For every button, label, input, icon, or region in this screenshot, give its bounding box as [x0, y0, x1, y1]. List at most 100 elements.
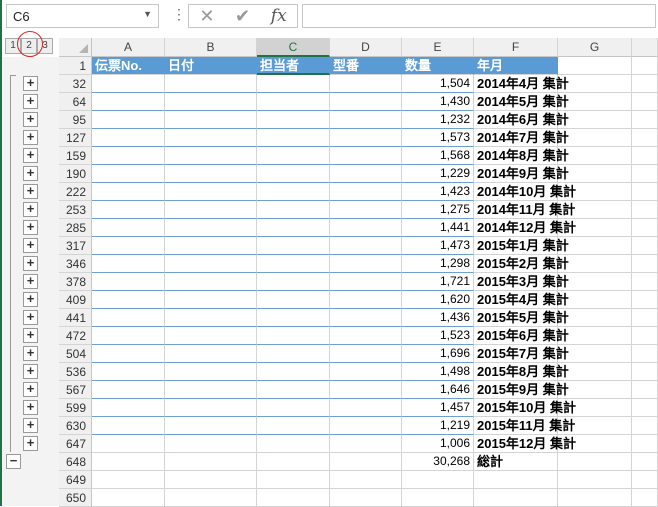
cell[interactable] — [257, 273, 330, 291]
row-header[interactable]: 649 — [59, 471, 92, 489]
row-header[interactable]: 378 — [59, 273, 92, 291]
cell[interactable] — [558, 237, 632, 255]
expand-plus-button[interactable]: + — [23, 292, 38, 307]
quantity-cell[interactable]: 1,498 — [402, 363, 474, 381]
column-header-F[interactable]: F — [474, 38, 558, 57]
name-box[interactable]: C6 ▼ — [6, 4, 159, 28]
cancel-icon[interactable]: ✕ — [199, 6, 214, 27]
month-cell[interactable]: 2015年6月 集計 — [474, 327, 569, 345]
cell[interactable] — [330, 399, 402, 417]
row-header[interactable]: 630 — [59, 417, 92, 435]
cell[interactable] — [92, 417, 165, 435]
quantity-cell[interactable]: 1,646 — [402, 381, 474, 399]
cell[interactable] — [165, 273, 257, 291]
quantity-cell[interactable]: 1,473 — [402, 237, 474, 255]
chevron-down-icon[interactable]: ▼ — [143, 9, 152, 19]
cell[interactable] — [330, 201, 402, 219]
cell[interactable] — [92, 435, 165, 453]
cell[interactable] — [165, 165, 257, 183]
cell[interactable] — [165, 75, 257, 93]
cell[interactable] — [92, 309, 165, 327]
expand-plus-button[interactable]: + — [23, 346, 38, 361]
cell[interactable] — [165, 327, 257, 345]
cell[interactable] — [165, 147, 257, 165]
cell[interactable] — [330, 417, 402, 435]
cell[interactable] — [632, 471, 658, 489]
cell[interactable] — [558, 399, 632, 417]
row-header[interactable]: 441 — [59, 309, 92, 327]
row-header[interactable]: 599 — [59, 399, 92, 417]
cell[interactable] — [257, 129, 330, 147]
cell[interactable] — [257, 453, 330, 471]
cell[interactable] — [558, 129, 632, 147]
cell[interactable] — [92, 363, 165, 381]
cell[interactable] — [558, 57, 632, 75]
header-cell[interactable]: 型番 — [330, 57, 402, 75]
quantity-cell[interactable]: 1,006 — [402, 435, 474, 453]
column-header-C[interactable]: C — [257, 38, 330, 57]
expand-plus-button[interactable]: + — [23, 418, 38, 433]
cell[interactable] — [632, 201, 658, 219]
month-cell[interactable]: 2014年12月 集計 — [474, 219, 576, 237]
cell[interactable] — [165, 291, 257, 309]
cell[interactable] — [632, 165, 658, 183]
cell[interactable] — [558, 417, 632, 435]
month-cell[interactable]: 総計 — [474, 453, 558, 471]
cell[interactable] — [330, 93, 402, 111]
cell[interactable] — [92, 237, 165, 255]
cell[interactable] — [257, 201, 330, 219]
cell[interactable] — [165, 93, 257, 111]
cell[interactable] — [330, 111, 402, 129]
quantity-cell[interactable]: 1,430 — [402, 93, 474, 111]
cell[interactable] — [632, 453, 658, 471]
month-cell[interactable]: 2015年11月 集計 — [474, 417, 575, 435]
cell[interactable] — [257, 327, 330, 345]
expand-plus-button[interactable]: + — [23, 202, 38, 217]
row-header[interactable]: 647 — [59, 435, 92, 453]
expand-plus-button[interactable]: + — [23, 148, 38, 163]
row-header[interactable]: 567 — [59, 381, 92, 399]
cell[interactable] — [330, 471, 402, 489]
month-cell[interactable]: 2014年7月 集計 — [474, 129, 569, 147]
column-header-A[interactable]: A — [92, 38, 165, 57]
cell[interactable] — [330, 435, 402, 453]
cell[interactable] — [257, 345, 330, 363]
cell[interactable] — [165, 129, 257, 147]
quantity-cell[interactable]: 1,441 — [402, 219, 474, 237]
row-header[interactable]: 504 — [59, 345, 92, 363]
cell[interactable] — [92, 345, 165, 363]
header-cell[interactable]: 伝票No. — [92, 57, 165, 75]
row-header[interactable]: 1 — [59, 57, 92, 75]
more-icon[interactable]: ⋮ — [172, 6, 186, 23]
month-cell[interactable]: 2014年4月 集計 — [474, 75, 569, 93]
row-header[interactable]: 127 — [59, 129, 92, 147]
cell[interactable] — [330, 453, 402, 471]
expand-plus-button[interactable]: + — [23, 94, 38, 109]
cell[interactable] — [330, 345, 402, 363]
row-header[interactable]: 159 — [59, 147, 92, 165]
cell[interactable] — [632, 381, 658, 399]
cell[interactable] — [257, 381, 330, 399]
cell[interactable] — [92, 453, 165, 471]
month-cell[interactable]: 2015年9月 集計 — [474, 381, 569, 399]
cell[interactable] — [92, 201, 165, 219]
cell[interactable] — [558, 165, 632, 183]
cell[interactable] — [165, 363, 257, 381]
cell[interactable] — [330, 489, 402, 507]
expand-plus-button[interactable]: + — [23, 400, 38, 415]
cell[interactable] — [330, 363, 402, 381]
quantity-cell[interactable]: 1,504 — [402, 75, 474, 93]
row-header[interactable]: 64 — [59, 93, 92, 111]
cell[interactable] — [632, 147, 658, 165]
cell[interactable] — [558, 147, 632, 165]
expand-plus-button[interactable]: + — [23, 274, 38, 289]
cell[interactable] — [92, 327, 165, 345]
quantity-cell[interactable]: 1,696 — [402, 345, 474, 363]
cell[interactable] — [257, 183, 330, 201]
cell[interactable] — [632, 435, 658, 453]
row-header[interactable]: 346 — [59, 255, 92, 273]
month-cell[interactable]: 2014年6月 集計 — [474, 111, 569, 129]
cell[interactable] — [330, 219, 402, 237]
quantity-cell[interactable]: 30,268 — [402, 453, 474, 471]
row-header[interactable]: 648 — [59, 453, 92, 471]
